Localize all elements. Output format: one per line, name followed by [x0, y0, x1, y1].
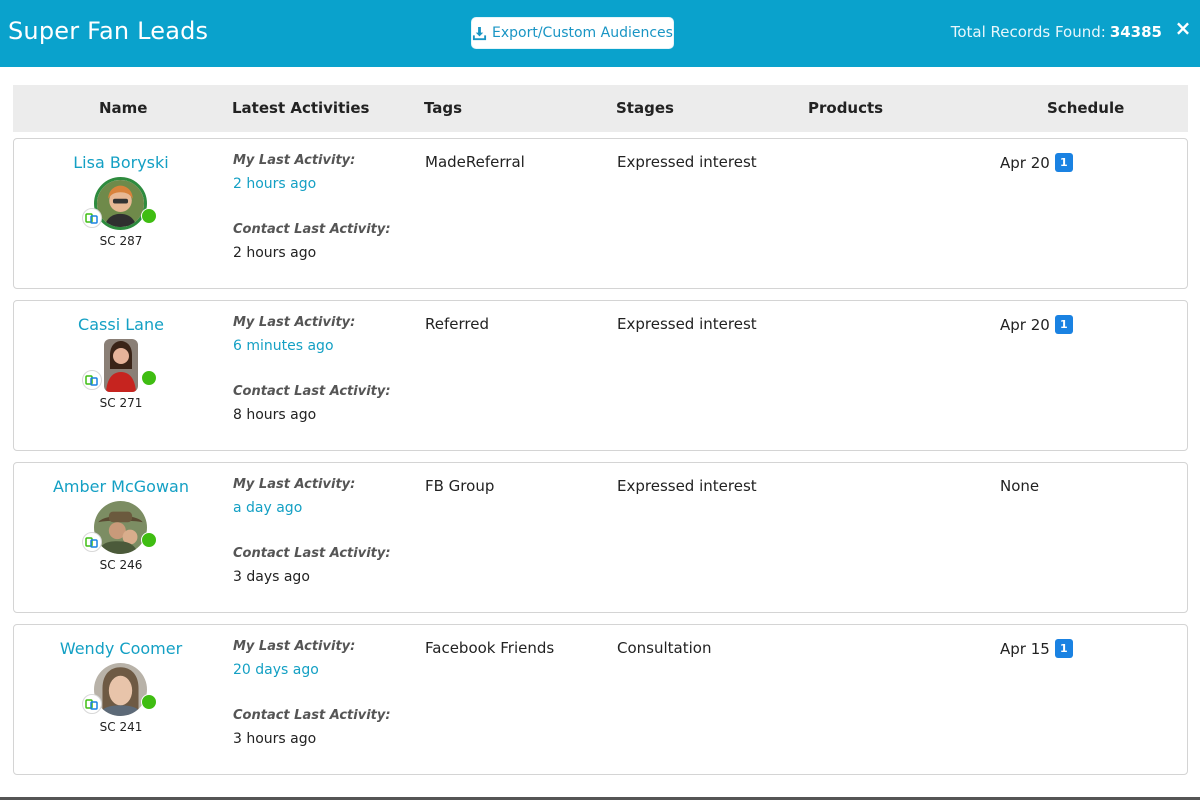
contact-last-activity-label: Contact Last Activity:: [233, 708, 391, 723]
share-icon[interactable]: [82, 208, 102, 228]
schedule-count-badge[interactable]: 1: [1054, 315, 1073, 334]
online-status-dot: [141, 370, 157, 386]
avatar-photo: [94, 663, 147, 716]
my-last-activity-value[interactable]: a day ago: [233, 500, 302, 516]
schedule-date: Apr 20: [1000, 153, 1050, 172]
tag-value: Facebook Friends: [425, 639, 555, 657]
schedule-cell: None: [1000, 477, 1039, 495]
contact-last-activity-label: Contact Last Activity:: [233, 222, 391, 237]
schedule-cell: Apr 20 1: [1000, 153, 1073, 172]
contact-last-activity-value: 3 days ago: [233, 569, 310, 585]
contact-last-activity-label: Contact Last Activity:: [233, 546, 391, 561]
table-row: Wendy Coomer SC 241 My Last Activity: 20…: [13, 624, 1188, 775]
table-row: Cassi Lane SC 271 My Last Activity: 6 mi…: [13, 300, 1188, 451]
tag-value: MadeReferral: [425, 153, 525, 171]
sc-number: SC 271: [99, 396, 143, 410]
avatar[interactable]: [94, 177, 147, 230]
contact-name-link[interactable]: Amber McGowan: [14, 477, 228, 496]
contact-last-activity-value: 2 hours ago: [233, 245, 317, 261]
stage-value: Expressed interest: [617, 315, 757, 333]
total-records: Total Records Found: 34385: [951, 23, 1162, 41]
column-header-stages: Stages: [616, 99, 674, 117]
column-header-name: Name: [99, 99, 148, 117]
my-last-activity-label: My Last Activity:: [233, 315, 356, 330]
avatar-photo: [97, 180, 144, 227]
online-status-dot: [141, 208, 157, 224]
contact-last-activity-label: Contact Last Activity:: [233, 384, 391, 399]
schedule-date: Apr 15: [1000, 639, 1050, 658]
stage-value: Consultation: [617, 639, 712, 657]
contact-last-activity-value: 8 hours ago: [233, 407, 317, 423]
schedule-date: Apr 20: [1000, 315, 1050, 334]
schedule-count-badge[interactable]: 1: [1054, 639, 1073, 658]
contact-name-link[interactable]: Lisa Boryski: [14, 153, 228, 172]
modal-header: Super Fan Leads Export/Custom Audiences …: [0, 0, 1200, 67]
tag-value: FB Group: [425, 477, 495, 495]
export-custom-audiences-button[interactable]: Export/Custom Audiences: [471, 17, 674, 49]
my-last-activity-label: My Last Activity:: [233, 153, 356, 168]
column-header-latest-activities: Latest Activities: [232, 99, 370, 117]
schedule-date: None: [1000, 477, 1040, 495]
schedule-count-badge[interactable]: 1: [1054, 153, 1073, 172]
export-button-label: Export/Custom Audiences: [492, 25, 673, 41]
table-row: Amber McGowan SC 246 My Last Activity: a…: [13, 462, 1188, 613]
sc-number: SC 287: [99, 234, 143, 248]
table-row: Lisa Boryski SC 287 My Last Activity: 2 …: [13, 138, 1188, 289]
tag-value: Referred: [425, 315, 489, 333]
stage-value: Expressed interest: [617, 153, 757, 171]
column-header-tags: Tags: [424, 99, 463, 117]
avatar-container: [94, 177, 157, 233]
page-title: Super Fan Leads: [8, 17, 209, 45]
my-last-activity-label: My Last Activity:: [233, 477, 356, 492]
sc-number: SC 246: [99, 558, 143, 572]
contact-name-link[interactable]: Cassi Lane: [14, 315, 228, 334]
sc-number: SC 241: [99, 720, 143, 734]
avatar[interactable]: [94, 663, 147, 716]
download-icon: [472, 26, 487, 40]
close-icon[interactable]: ×: [1174, 17, 1192, 39]
column-header-products: Products: [808, 99, 884, 117]
share-icon[interactable]: [82, 532, 102, 552]
column-header-schedule: Schedule: [1047, 99, 1125, 117]
share-icon[interactable]: [82, 370, 102, 390]
avatar-container: [94, 663, 157, 719]
online-status-dot: [141, 694, 157, 710]
avatar-photo: [94, 501, 147, 554]
my-last-activity-value[interactable]: 20 days ago: [233, 662, 319, 678]
my-last-activity-value[interactable]: 2 hours ago: [233, 176, 316, 192]
contact-last-activity-value: 3 hours ago: [233, 731, 317, 747]
avatar[interactable]: [104, 339, 138, 392]
table-header: Name Latest Activities Tags Stages Produ…: [13, 85, 1188, 132]
avatar-photo: [104, 339, 138, 392]
schedule-cell: Apr 20 1: [1000, 315, 1073, 334]
avatar-container: [94, 501, 157, 557]
avatar[interactable]: [94, 501, 147, 554]
online-status-dot: [141, 532, 157, 548]
share-icon[interactable]: [82, 694, 102, 714]
my-last-activity-value[interactable]: 6 minutes ago: [233, 338, 334, 354]
stage-value: Expressed interest: [617, 477, 757, 495]
my-last-activity-label: My Last Activity:: [233, 639, 356, 654]
contact-name-link[interactable]: Wendy Coomer: [14, 639, 228, 658]
total-records-label: Total Records Found:: [950, 23, 1106, 41]
avatar-container: [94, 339, 157, 395]
schedule-cell: Apr 15 1: [1000, 639, 1073, 658]
total-records-count: 34385: [1109, 23, 1162, 41]
